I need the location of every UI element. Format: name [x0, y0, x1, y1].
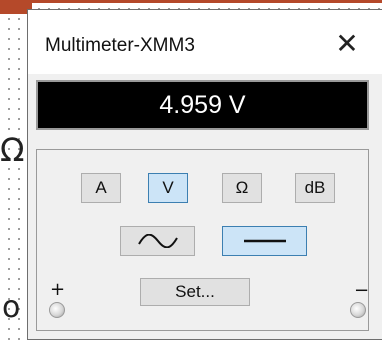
- positive-terminal-label: +: [50, 279, 66, 300]
- close-icon: ✕: [335, 26, 359, 60]
- mode-button-voltmeter[interactable]: V: [148, 173, 188, 203]
- background-glyph-bottom: o: [2, 290, 21, 325]
- multimeter-window: Multimeter-XMM3 ✕ 4.959 V A V Ω dB + Set…: [27, 9, 382, 340]
- negative-terminal-label: −: [354, 280, 370, 301]
- ac-button[interactable]: [120, 226, 195, 256]
- mode-button-ohmmeter[interactable]: Ω: [222, 173, 262, 203]
- sine-wave-icon: [137, 234, 178, 248]
- background-strip-top: [32, 0, 382, 3]
- close-button[interactable]: ✕: [330, 26, 364, 60]
- positive-terminal[interactable]: [49, 302, 65, 318]
- reading-display: 4.959 V: [36, 80, 369, 130]
- mode-button-ammeter[interactable]: A: [81, 173, 121, 203]
- set-button[interactable]: Set...: [140, 278, 250, 306]
- controls-panel: A V Ω dB + Set... −: [36, 149, 369, 331]
- window-title: Multimeter-XMM3: [45, 35, 195, 56]
- background-glyph-top: Ω: [0, 131, 25, 169]
- mode-button-decibel[interactable]: dB: [295, 173, 335, 203]
- dc-line-icon: [243, 239, 286, 243]
- title-bar[interactable]: Multimeter-XMM3 ✕: [28, 10, 382, 74]
- negative-terminal[interactable]: [350, 302, 366, 318]
- dc-button[interactable]: [222, 226, 307, 256]
